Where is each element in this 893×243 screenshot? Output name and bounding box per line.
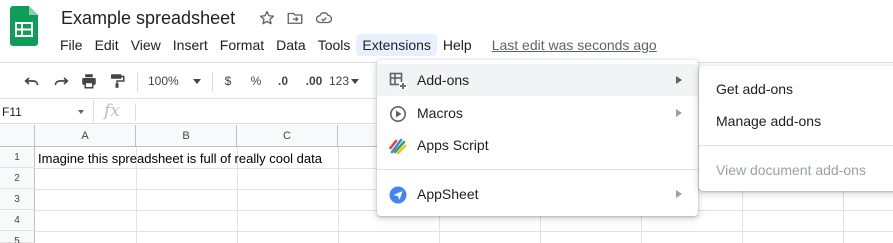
chevron-right-icon <box>676 76 682 84</box>
menu-edit[interactable]: Edit <box>89 34 125 56</box>
redo-button[interactable] <box>51 72 71 90</box>
menu-extensions[interactable]: Extensions <box>356 34 437 56</box>
grid-row-line <box>35 231 893 232</box>
menu-item-appsheet[interactable]: AppSheet <box>377 178 698 210</box>
menu-item-macros[interactable]: Macros <box>377 97 698 129</box>
sheets-logo-icon[interactable] <box>10 6 38 46</box>
menu-view[interactable]: View <box>125 34 167 56</box>
apps-script-icon <box>389 138 407 155</box>
last-edit-link[interactable]: Last edit was seconds ago <box>492 37 657 53</box>
zoom-value: 100% <box>148 74 179 88</box>
menu-insert[interactable]: Insert <box>167 34 214 56</box>
toolbar-separator <box>137 72 138 92</box>
currency-format-button[interactable]: $ <box>221 72 235 90</box>
add-ons-submenu: Get add-ons Manage add-ons View document… <box>699 66 893 191</box>
menu-item-label: Get add-ons <box>716 81 794 97</box>
document-title[interactable]: Example spreadsheet <box>61 8 235 29</box>
menu-item-view-document-add-ons: View document add-ons <box>699 154 893 184</box>
name-box[interactable]: F11 <box>0 100 94 124</box>
menu-help[interactable]: Help <box>437 34 478 56</box>
chevron-right-icon <box>676 109 682 117</box>
menu-item-label: Manage add-ons <box>716 113 822 129</box>
menu-item-manage-add-ons[interactable]: Manage add-ons <box>699 105 893 135</box>
column-header-b[interactable]: B <box>136 125 237 147</box>
menu-item-add-ons[interactable]: Add-ons <box>377 64 698 96</box>
chevron-right-icon <box>676 190 682 198</box>
menu-data[interactable]: Data <box>270 34 312 56</box>
column-header-c[interactable]: C <box>237 125 338 147</box>
print-icon <box>82 74 96 89</box>
menu-item-label: Add-ons <box>417 72 470 88</box>
undo-button[interactable] <box>22 72 42 90</box>
more-formats-button[interactable]: 123 <box>329 72 365 90</box>
percent-format-button[interactable]: % <box>248 72 264 90</box>
grid-column-line <box>338 147 339 243</box>
menu-tools[interactable]: Tools <box>312 34 357 56</box>
increase-decimal-button[interactable]: .00 <box>301 72 327 90</box>
chevron-down-icon <box>192 78 201 84</box>
cell-a1[interactable]: Imagine this spreadsheet is full of real… <box>38 151 322 166</box>
menu-divider <box>377 169 698 170</box>
row-header-5[interactable]: 5 <box>0 231 35 243</box>
undo-icon <box>24 77 39 86</box>
redo-icon <box>54 77 69 86</box>
menu-format[interactable]: Format <box>214 34 270 56</box>
select-all-corner[interactable] <box>0 125 35 147</box>
column-header-a[interactable]: A <box>35 125 136 147</box>
menu-file[interactable]: File <box>54 34 89 56</box>
row-header-3[interactable]: 3 <box>0 189 35 210</box>
title-actions <box>258 9 334 27</box>
menu-divider <box>699 145 893 146</box>
toolbar-separator <box>212 72 213 92</box>
chevron-down-icon <box>351 78 360 84</box>
paint-format-button[interactable] <box>107 72 127 90</box>
menu-item-get-add-ons[interactable]: Get add-ons <box>699 73 893 103</box>
menu-item-label: AppSheet <box>417 186 479 202</box>
name-box-value: F11 <box>2 105 22 119</box>
menu-item-label: Macros <box>417 105 463 121</box>
row-header-4[interactable]: 4 <box>0 210 35 231</box>
chevron-down-icon <box>78 110 84 114</box>
row-header-1[interactable]: 1 <box>0 147 35 168</box>
menu-item-label: View document add-ons <box>716 162 866 178</box>
star-icon[interactable] <box>258 9 276 27</box>
add-ons-icon <box>389 72 407 90</box>
formula-separator <box>135 103 136 121</box>
menu-item-label: Apps Script <box>417 137 489 153</box>
appsheet-icon <box>389 186 407 204</box>
zoom-select[interactable]: 100% <box>148 72 206 90</box>
fx-icon: fx <box>104 101 120 121</box>
paint-format-icon <box>111 74 125 88</box>
menu-item-apps-script[interactable]: Apps Script <box>377 129 698 161</box>
decrease-decimal-button[interactable]: .0 <box>272 72 294 90</box>
print-button[interactable] <box>79 72 99 90</box>
menu-bar: File Edit View Insert Format Data Tools … <box>54 33 657 57</box>
more-formats-label: 123 <box>329 74 350 88</box>
macros-icon <box>390 106 406 122</box>
move-to-folder-icon[interactable] <box>286 9 304 27</box>
extensions-menu: Add-ons Macros Apps Script AppSheet <box>377 60 698 216</box>
cloud-saved-icon[interactable] <box>314 9 334 27</box>
row-header-2[interactable]: 2 <box>0 168 35 189</box>
